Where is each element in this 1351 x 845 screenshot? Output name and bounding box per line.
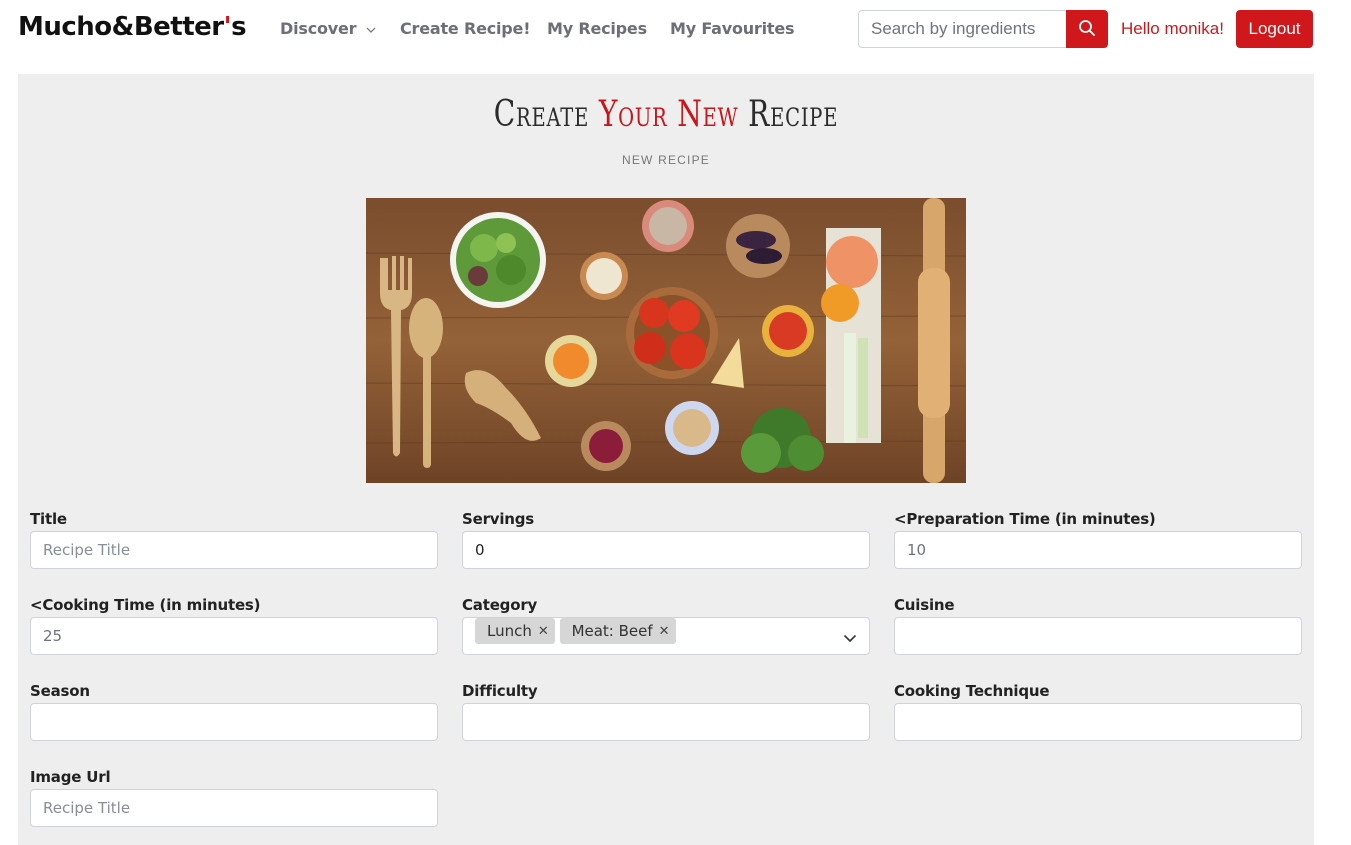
cuisine-field: Cuisine xyxy=(894,594,1302,655)
difficulty-label: Difficulty xyxy=(462,682,538,700)
category-multiselect[interactable]: Lunch ✕ Meat: Beef ✕ xyxy=(462,617,870,655)
image-url-field: Image Url xyxy=(30,766,438,827)
nav-discover-dropdown[interactable]: Discover xyxy=(280,19,376,38)
difficulty-field: Difficulty xyxy=(462,680,870,741)
category-tag: Lunch ✕ xyxy=(475,618,555,644)
brand-suffix: s xyxy=(231,12,247,42)
technique-input[interactable] xyxy=(894,703,1302,741)
nav-my-recipes[interactable]: My Recipes xyxy=(547,19,647,38)
nav-discover-label: Discover xyxy=(280,19,357,38)
cook-time-input[interactable] xyxy=(30,617,438,655)
logout-button[interactable]: Logout xyxy=(1236,10,1313,48)
close-icon[interactable]: ✕ xyxy=(538,624,549,639)
page-subtitle: NEW RECIPE xyxy=(621,153,710,167)
servings-label: Servings xyxy=(462,510,535,528)
season-label: Season xyxy=(30,682,90,700)
title-field: Title xyxy=(30,508,438,569)
category-tag-label: Meat: Beef xyxy=(571,622,653,640)
image-url-label: Image Url xyxy=(30,768,111,786)
prep-time-input[interactable] xyxy=(894,531,1302,569)
nav-create-recipe[interactable]: Create Recipe! xyxy=(400,19,530,38)
page-title-highlight: Your New xyxy=(598,94,739,135)
prep-time-label: <Preparation Time (in minutes) xyxy=(894,510,1156,528)
chevron-down-icon[interactable] xyxy=(843,629,857,647)
category-field: Category Lunch ✕ Meat: Beef ✕ xyxy=(462,594,870,655)
servings-input[interactable] xyxy=(462,531,870,569)
image-url-input[interactable] xyxy=(30,789,438,827)
category-tag-label: Lunch xyxy=(487,622,532,640)
category-tag: Meat: Beef ✕ xyxy=(559,618,676,644)
title-input[interactable] xyxy=(30,531,438,569)
hero-image xyxy=(366,198,966,483)
page-title-start: Create xyxy=(493,94,599,135)
brand-logo[interactable]: Mucho&Better's xyxy=(18,12,247,42)
prep-time-field: <Preparation Time (in minutes) xyxy=(894,508,1302,569)
title-label: Title xyxy=(30,510,67,528)
create-recipe-panel: Create Your New Recipe NEW RECIPE Title … xyxy=(18,74,1314,845)
search-button[interactable] xyxy=(1066,10,1108,48)
nav-my-favourites[interactable]: My Favourites xyxy=(670,19,795,38)
user-greeting: Hello monika! xyxy=(1121,19,1224,38)
cuisine-input[interactable] xyxy=(894,617,1302,655)
category-label: Category xyxy=(462,596,538,614)
technique-field: Cooking Technique xyxy=(894,680,1302,741)
cuisine-label: Cuisine xyxy=(894,596,955,614)
search-form xyxy=(858,10,1108,48)
difficulty-input[interactable] xyxy=(462,703,870,741)
cook-time-field: <Cooking Time (in minutes) xyxy=(30,594,438,655)
search-input[interactable] xyxy=(858,10,1067,48)
cook-time-label: <Cooking Time (in minutes) xyxy=(30,596,261,614)
page-title-end: Recipe xyxy=(738,94,839,135)
close-icon[interactable]: ✕ xyxy=(659,624,670,639)
brand-name: Mucho&Better xyxy=(18,12,224,42)
page-title: Create Your New Recipe xyxy=(161,94,1172,135)
chevron-down-icon xyxy=(366,19,376,38)
technique-label: Cooking Technique xyxy=(894,682,1050,700)
servings-field: Servings xyxy=(462,508,870,569)
navbar: Mucho&Better's Discover Create Recipe! M… xyxy=(0,0,1351,60)
search-icon xyxy=(1078,19,1096,40)
season-field: Season xyxy=(30,680,438,741)
season-input[interactable] xyxy=(30,703,438,741)
brand-apostrophe: ' xyxy=(223,12,232,42)
